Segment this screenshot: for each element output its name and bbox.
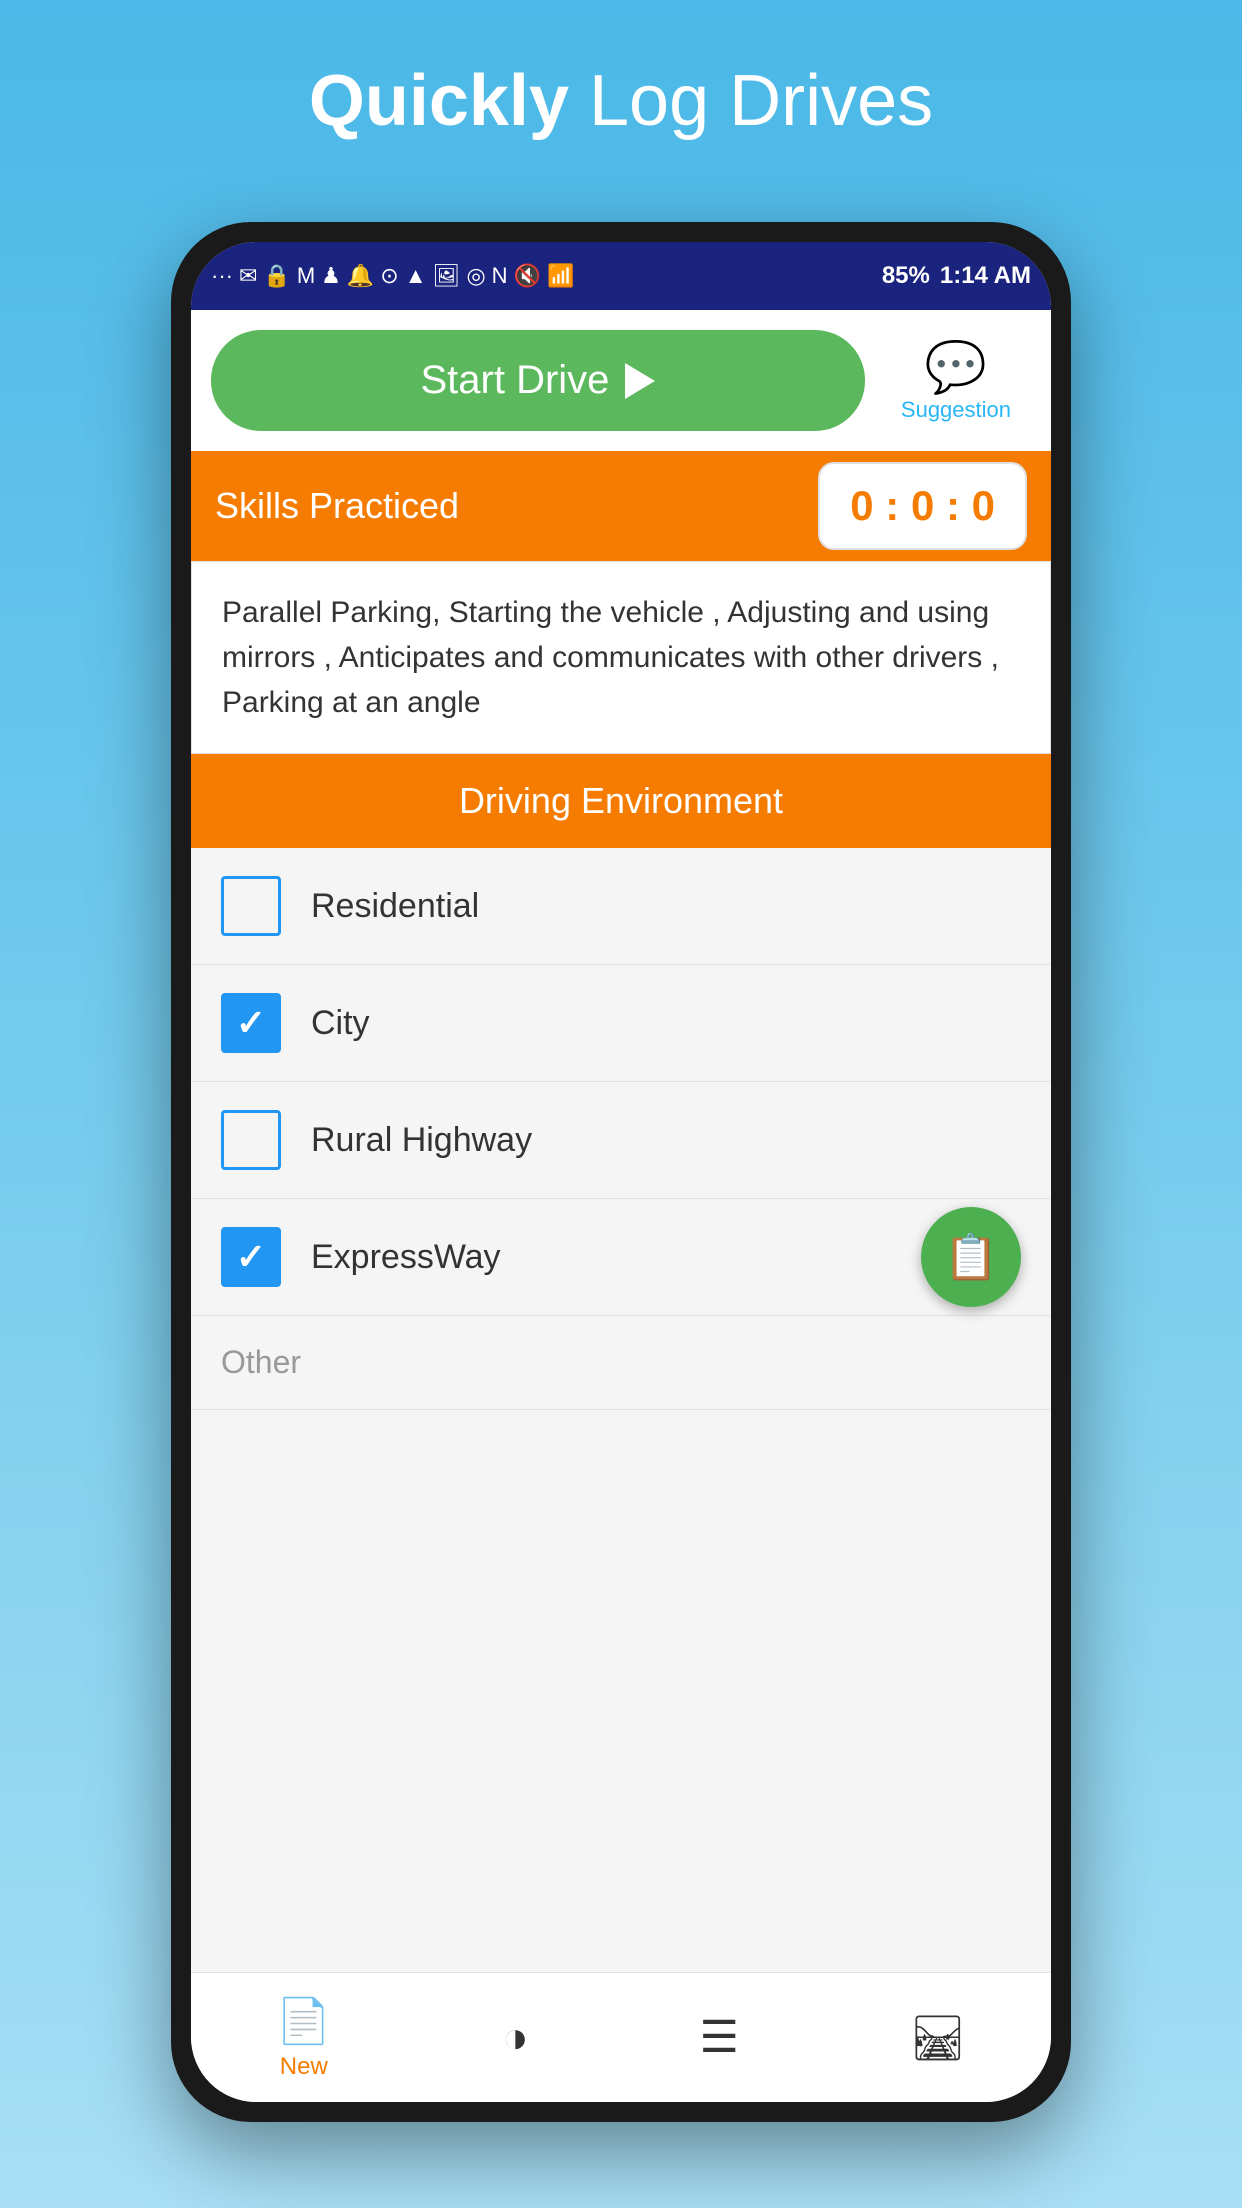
nav-new-label: New xyxy=(280,2053,328,2081)
list-item: Residential xyxy=(191,848,1051,965)
rural-highway-checkbox[interactable] xyxy=(221,1110,281,1170)
skills-header: Skills Practiced 0 : 0 : 0 xyxy=(191,451,1051,561)
list-item: Rural Highway xyxy=(191,1082,1051,1199)
checkbox-list: Residential ✓ City Rural Highway ✓ Expre… xyxy=(191,848,1051,1972)
title-bold: Quickly xyxy=(309,61,569,141)
driving-environment-header: Driving Environment xyxy=(191,754,1051,848)
checkmark-icon: ✓ xyxy=(236,1236,266,1278)
residential-checkbox[interactable] xyxy=(221,876,281,936)
status-right: 85% 1:14 AM xyxy=(882,262,1031,290)
title-light: Log Drives xyxy=(569,61,933,141)
status-bar: ··· ✉ 🔒 M ♟ 🔔 ⊙ ▲ 🖼 ◎ N 🔇 📶 85% 1:14 AM xyxy=(191,242,1051,310)
start-drive-button[interactable]: Start Drive xyxy=(211,330,865,431)
city-checkbox[interactable]: ✓ xyxy=(221,993,281,1053)
new-drive-icon: 📄 xyxy=(276,1995,331,2047)
battery-level: 85% xyxy=(882,262,930,290)
city-label: City xyxy=(311,1004,370,1043)
play-icon xyxy=(625,363,655,399)
list-item: ✓ ExpressWay 📋 xyxy=(191,1199,1051,1316)
suggestion-button[interactable]: 💬 Suggestion xyxy=(881,328,1031,433)
page-title: Quickly Log Drives xyxy=(0,60,1242,142)
skills-label: Skills Practiced xyxy=(215,485,818,527)
list-item: ✓ City xyxy=(191,965,1051,1082)
route-icon: 🛤 xyxy=(910,2012,966,2064)
nav-item-route[interactable]: 🛤 xyxy=(890,2002,986,2074)
stats-icon: ◑ xyxy=(502,2013,529,2063)
rural-highway-label: Rural Highway xyxy=(311,1121,532,1160)
phone-frame: ··· ✉ 🔒 M ♟ 🔔 ⊙ ▲ 🖼 ◎ N 🔇 📶 85% 1:14 AM xyxy=(171,222,1071,2122)
nav-item-new[interactable]: 📄 New xyxy=(256,1985,351,2091)
nav-item-stats[interactable]: ◑ xyxy=(482,2003,549,2073)
expressway-checkbox[interactable]: ✓ xyxy=(221,1227,281,1287)
app-header: Start Drive 💬 Suggestion xyxy=(191,310,1051,451)
time-display: 1:14 AM xyxy=(940,262,1031,290)
other-label: Other xyxy=(221,1344,301,1380)
expressway-label: ExpressWay xyxy=(311,1238,501,1277)
skills-text-area[interactable]: Parallel Parking, Starting the vehicle ,… xyxy=(191,561,1051,754)
suggestion-bubble-icon: 💬 xyxy=(925,338,987,397)
nav-item-list[interactable]: ☰ xyxy=(679,2002,758,2073)
status-icons: ··· ✉ 🔒 M ♟ 🔔 ⊙ ▲ 🖼 ◎ N 🔇 📶 xyxy=(211,263,574,289)
fab-icon: 📋 xyxy=(944,1231,999,1283)
fab-button[interactable]: 📋 xyxy=(921,1207,1021,1307)
list-icon: ☰ xyxy=(699,2012,738,2063)
other-section: Other xyxy=(191,1316,1051,1410)
residential-label: Residential xyxy=(311,887,479,926)
suggestion-label: Suggestion xyxy=(901,397,1011,423)
bottom-nav: 📄 New ◑ ☰ 🛤 xyxy=(191,1972,1051,2102)
checkmark-icon: ✓ xyxy=(236,1002,266,1044)
phone-screen: ··· ✉ 🔒 M ♟ 🔔 ⊙ ▲ 🖼 ◎ N 🔇 📶 85% 1:14 AM xyxy=(191,242,1051,2102)
timer-display: 0 : 0 : 0 xyxy=(818,462,1027,550)
start-drive-label: Start Drive xyxy=(420,358,609,403)
